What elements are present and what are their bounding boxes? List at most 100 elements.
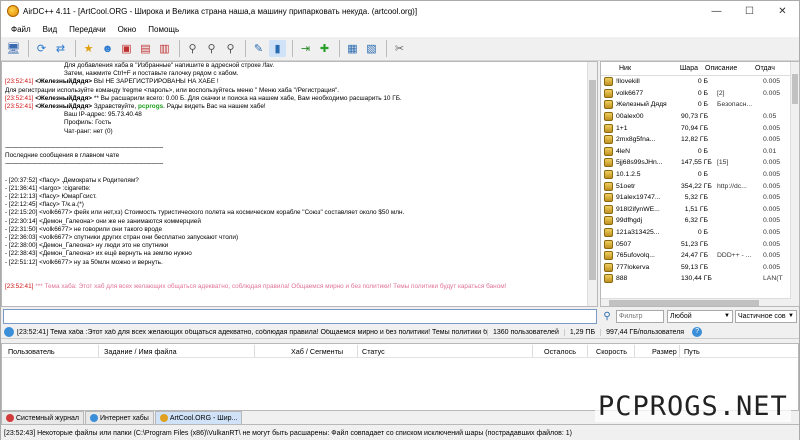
chat-nick[interactable]: <volk6677> bbox=[39, 226, 72, 233]
column-divider[interactable] bbox=[587, 345, 588, 357]
user-row[interactable]: Железный Дядя 0 Б Безопасн... bbox=[601, 99, 799, 111]
upload-queue-icon[interactable]: ✚ bbox=[316, 40, 333, 57]
notepad-icon[interactable]: ✎ bbox=[250, 40, 267, 57]
chat-nick[interactable]: <largo> bbox=[39, 185, 61, 192]
filter-mode-select[interactable]: Частичное сов ▼ bbox=[735, 310, 797, 323]
column-divider[interactable] bbox=[357, 345, 358, 357]
column-user[interactable]: Пользователь bbox=[8, 347, 55, 356]
column-hub-segments[interactable]: Хаб / Сегменты bbox=[291, 347, 343, 356]
chat-nick[interactable]: <flacy> bbox=[39, 177, 60, 184]
filter-search-icon[interactable]: ⚲ bbox=[600, 310, 614, 323]
chat-nick[interactable]: <ЖелезныйДядя> bbox=[35, 95, 92, 102]
user-row[interactable]: 918l2ifynWE... 1,51 ГБ 0.005 bbox=[601, 204, 799, 216]
user-share: 147,55 ГБ bbox=[681, 159, 712, 167]
connect-icon[interactable]: 🖥 bbox=[5, 40, 22, 57]
user-list-scrollbar[interactable] bbox=[790, 62, 799, 306]
chat-nick[interactable]: <flacy> bbox=[39, 193, 60, 200]
column-share[interactable]: Шара bbox=[664, 65, 701, 72]
menu-file[interactable]: Файл bbox=[5, 25, 37, 34]
chat-scrollbar-thumb[interactable] bbox=[589, 80, 596, 280]
user-row[interactable]: 2mx8g5fna... 12,82 ГБ 0.005 bbox=[601, 134, 799, 146]
tab-0[interactable]: Системный журнал bbox=[1, 411, 84, 424]
column-divider[interactable] bbox=[254, 345, 255, 357]
chat-scrollbar[interactable] bbox=[587, 62, 597, 306]
filter-column-select[interactable]: Любой ▼ bbox=[667, 310, 733, 323]
chat-line: ----------------------------------------… bbox=[2, 144, 597, 152]
user-row[interactable]: 121a313425... 0 Б 0.005 bbox=[601, 227, 799, 239]
search-icon[interactable]: ⚲ bbox=[184, 40, 201, 57]
user-row[interactable]: 91alex19747... 5,32 ГБ 0.005 bbox=[601, 192, 799, 204]
user-row[interactable]: volk6677 0 Б [2] 0.005 bbox=[601, 88, 799, 100]
favorite-users-icon[interactable]: ☻ bbox=[99, 40, 116, 57]
user-row[interactable]: 99dfhgdj 6,32 ГБ 0.005 bbox=[601, 215, 799, 227]
column-size[interactable]: Размер bbox=[652, 347, 677, 356]
recent-hubs-icon[interactable]: ▣ bbox=[118, 40, 135, 57]
chat-nick[interactable]: <flacy> bbox=[39, 201, 60, 208]
user-row[interactable]: 10.1.2.5 0 Б 0.005 bbox=[601, 169, 799, 181]
user-row[interactable]: 51oetr 354,22 ГБ http://dc... 0.005 bbox=[601, 180, 799, 192]
user-row[interactable]: 777lokerva 59,13 ГБ 0.005 bbox=[601, 262, 799, 274]
menu-window[interactable]: Окно bbox=[112, 25, 143, 34]
chat-line bbox=[2, 168, 597, 176]
finished-icon[interactable]: ⇥ bbox=[297, 40, 314, 57]
menu-transfers[interactable]: Передачи bbox=[63, 25, 112, 34]
user-commands-icon[interactable]: ▤ bbox=[137, 40, 154, 57]
column-divider[interactable] bbox=[532, 345, 533, 357]
favorites-icon[interactable]: ★ bbox=[80, 40, 97, 57]
user-row[interactable]: 765ufovolq... 24,47 ГБ DDD++ - ... 0.005 bbox=[601, 250, 799, 262]
menu-help[interactable]: Помощь bbox=[142, 25, 185, 34]
network-stats-icon[interactable]: ▧ bbox=[363, 40, 380, 57]
filter-input[interactable]: Фильтр bbox=[616, 310, 664, 323]
user-row[interactable]: 1+1 70,94 ГБ 0.005 bbox=[601, 122, 799, 134]
chat-nick[interactable]: <volk6677> bbox=[39, 234, 72, 241]
column-upload[interactable]: Отдач bbox=[751, 65, 781, 72]
column-task[interactable]: Задание / Имя файла bbox=[104, 347, 177, 356]
user-row[interactable]: 888 130,44 ГБ LAN(T bbox=[601, 273, 799, 285]
tab-2[interactable]: ArtCool.ORG - Шир... bbox=[154, 411, 243, 424]
column-time-left[interactable]: Осталось bbox=[544, 347, 576, 356]
close-button[interactable]: ✕ bbox=[766, 1, 799, 21]
chat-nick[interactable]: <ЖелезныйДядя> bbox=[35, 103, 92, 110]
chat-window[interactable]: Для добавления хаба в "Избранные" напиши… bbox=[1, 61, 598, 307]
user-row[interactable]: 4leN 0 Б 0.01 bbox=[601, 146, 799, 158]
column-status[interactable]: Статус bbox=[362, 347, 385, 356]
column-divider[interactable] bbox=[98, 345, 99, 357]
user-list-hscrollbar-thumb[interactable] bbox=[609, 300, 759, 306]
column-divider[interactable] bbox=[634, 345, 635, 357]
column-path[interactable]: Путь bbox=[684, 347, 700, 356]
reconnect-icon[interactable]: ⟳ bbox=[33, 40, 50, 57]
user-row[interactable]: 5jj68s99sJHn... 147,55 ГБ [15] 0.005 bbox=[601, 157, 799, 169]
adl-search-icon[interactable]: ⚲ bbox=[203, 40, 220, 57]
chat-nick[interactable]: <Демон_Галеона> bbox=[39, 242, 94, 249]
help-icon[interactable]: ? bbox=[692, 327, 703, 337]
message-input[interactable] bbox=[3, 309, 597, 324]
chat-nick[interactable]: <Демон_Галеона> bbox=[39, 218, 94, 225]
user-list-hscrollbar[interactable] bbox=[601, 298, 791, 306]
queue-icon[interactable]: ▮ bbox=[269, 40, 286, 57]
user-list-scrollbar-thumb[interactable] bbox=[792, 74, 798, 104]
user-list[interactable]: Ник Шара Описание Отдач !llovekill 0 Б 0.0… bbox=[600, 61, 800, 307]
column-nick[interactable]: Ник bbox=[601, 65, 664, 72]
minimize-button[interactable]: — bbox=[700, 1, 733, 21]
column-speed[interactable]: Скорость bbox=[596, 347, 627, 356]
settings-icon[interactable]: ✂ bbox=[391, 40, 408, 57]
column-divider[interactable] bbox=[679, 345, 680, 357]
user-row[interactable]: !llovekill 0 Б 0.005 bbox=[601, 76, 799, 88]
hub-status-message: [23:52:41] Тема хаба :Этот хаб для всех … bbox=[17, 328, 487, 336]
chat-nick[interactable]: <volk6677> bbox=[39, 259, 72, 266]
column-description[interactable]: Описание bbox=[701, 65, 751, 72]
chat-nick[interactable]: <volk6677> bbox=[39, 209, 72, 216]
tab-1[interactable]: Интернет хабы bbox=[84, 411, 154, 424]
open-folder-icon[interactable]: ▦ bbox=[344, 40, 361, 57]
search-spy-icon[interactable]: ⚲ bbox=[222, 40, 239, 57]
user-share: 354,22 ГБ bbox=[681, 182, 712, 190]
public-hubs-icon[interactable]: ▥ bbox=[156, 40, 173, 57]
chat-nick[interactable]: <ЖелезныйДядя> bbox=[35, 78, 92, 85]
menu-view[interactable]: Вид bbox=[37, 25, 63, 34]
chat-text: Затем, нажмите Ctrl+F и поставьте галочк… bbox=[64, 70, 239, 78]
maximize-button[interactable]: ☐ bbox=[733, 1, 766, 21]
chat-nick[interactable]: <Демон_Галеона> bbox=[39, 250, 94, 257]
follow-redirect-icon[interactable]: ⇄ bbox=[52, 40, 69, 57]
user-row[interactable]: 00alex00 90,73 ГБ 0.05 bbox=[601, 111, 799, 123]
user-row[interactable]: 0507 51,23 ГБ 0.005 bbox=[601, 238, 799, 250]
